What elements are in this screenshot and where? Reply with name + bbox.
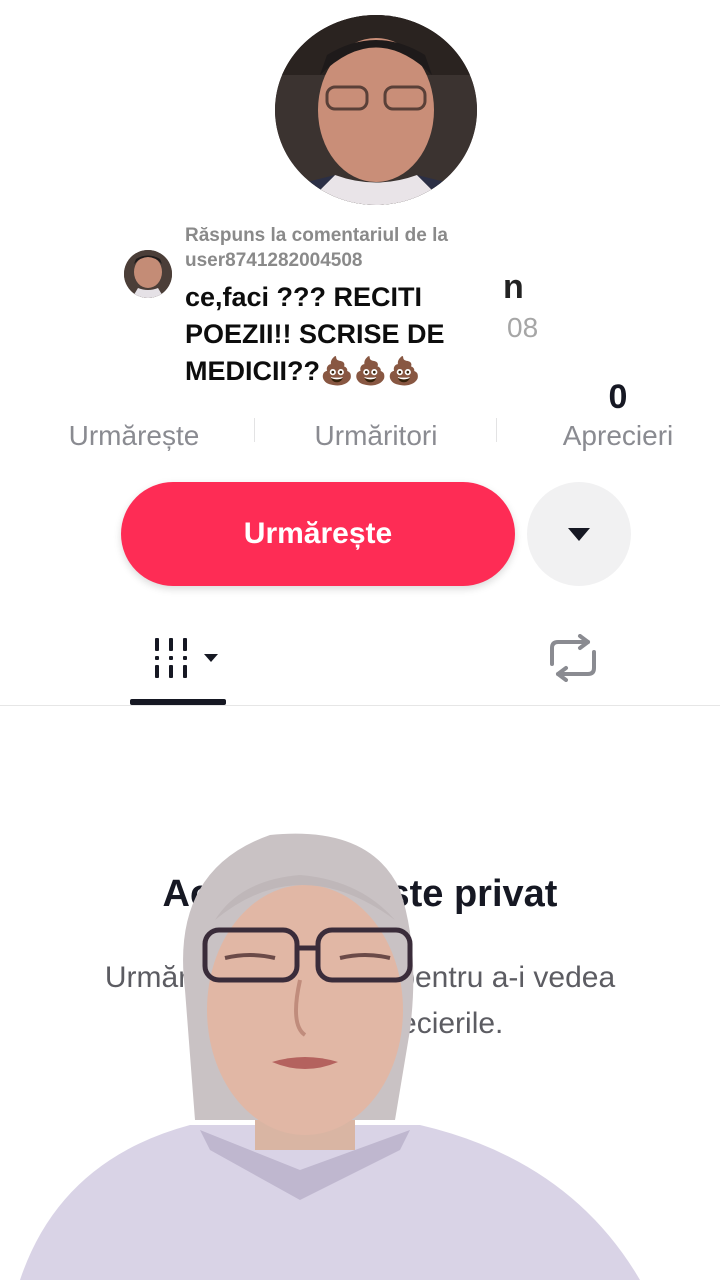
avatar-photo [275, 15, 477, 205]
commenter-avatar [124, 250, 172, 298]
stat-divider [496, 418, 497, 442]
tab-reposts[interactable] [546, 634, 600, 682]
reply-comment-sticker[interactable]: Răspuns la comentariul de la user8741282… [118, 215, 498, 410]
stat-divider [254, 418, 255, 442]
creator-video-overlay [0, 830, 720, 1280]
caret-down-icon [568, 528, 590, 541]
stat-followers-label: Urmăritori [314, 420, 438, 451]
repost-icon [550, 634, 596, 682]
profile-avatar[interactable] [275, 15, 477, 205]
tab-divider [0, 705, 720, 706]
person-figure [20, 833, 640, 1280]
tab-videos[interactable] [150, 636, 222, 680]
stat-following-label: Urmărește [68, 420, 200, 451]
reply-header: Răspuns la comentariul de la user8741282… [185, 225, 448, 271]
stat-likes-label: Aprecieri [562, 420, 674, 451]
username-fragment: 08 [507, 312, 539, 343]
grid-icon [155, 638, 218, 678]
commenter-avatar-photo [124, 250, 172, 298]
follow-button[interactable]: Urmărește [121, 482, 515, 586]
stat-likes-value: 0 [608, 378, 628, 416]
more-options-button[interactable] [527, 482, 631, 586]
reply-comment-text: ce,faci ??? RECITI POEZII!! SCRISE DE ME… [185, 282, 445, 386]
profile-name-fragment: n [503, 268, 524, 306]
